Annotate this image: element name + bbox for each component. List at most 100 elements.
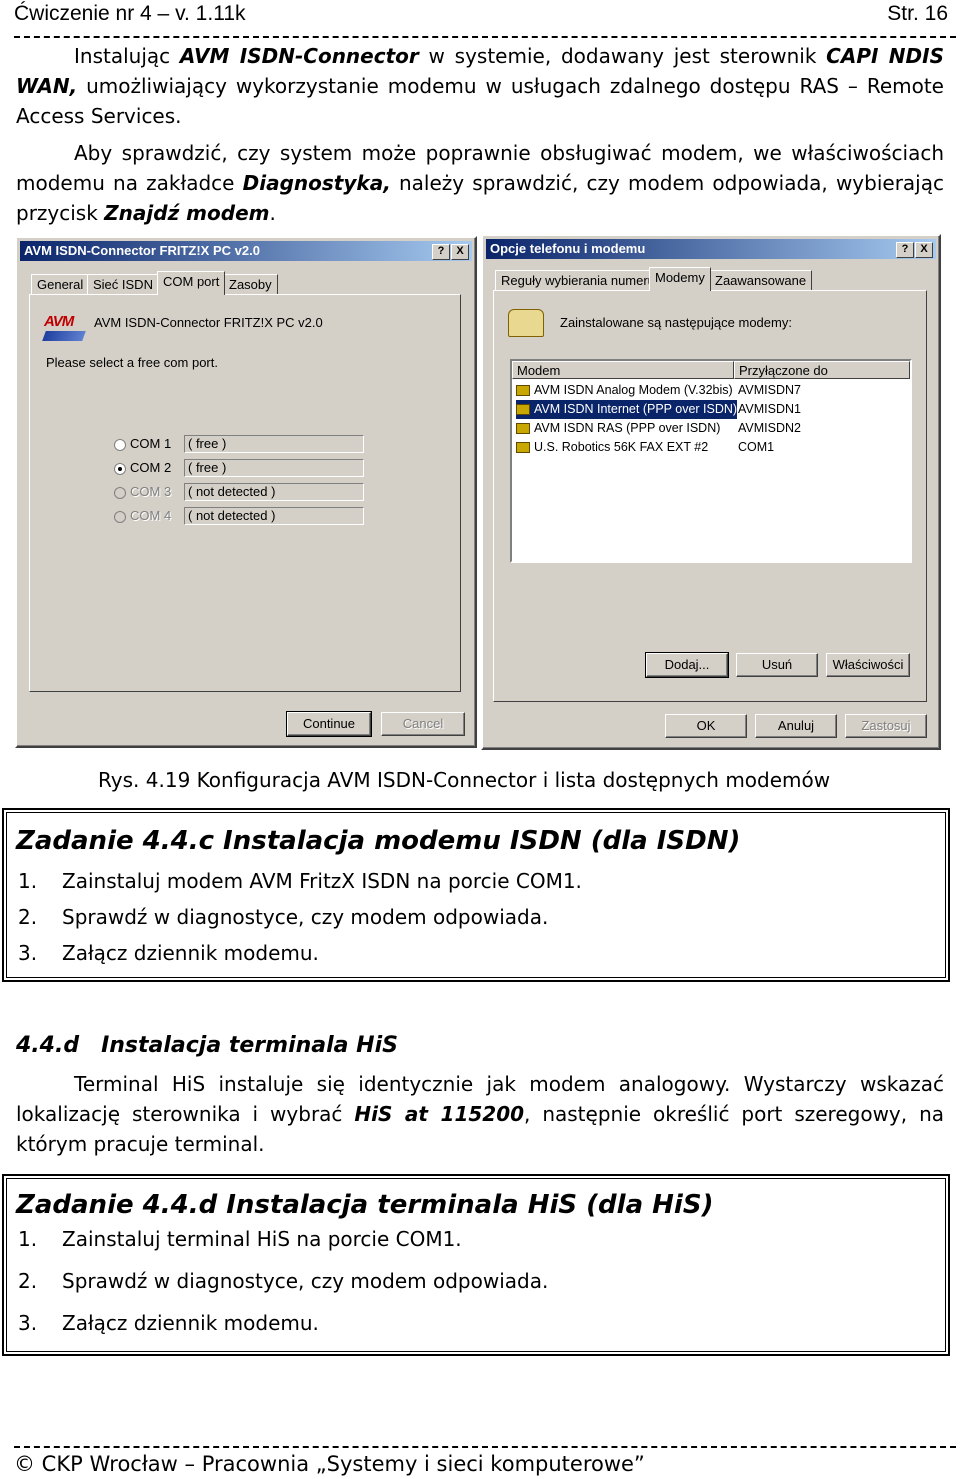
- tab-dialing-rules[interactable]: Reguły wybierania numeru: [495, 270, 661, 290]
- com3-status: ( not detected ): [184, 483, 364, 501]
- task-item: 1. Zainstaluj modem AVM FritzX ISDN na po…: [18, 869, 582, 893]
- phone-modem-options-dialog: Opcje telefonu i modemu ? X Reguły wybie…: [481, 234, 941, 750]
- modem-name: U.S. Robotics 56K FAX EXT #2: [534, 440, 709, 454]
- modem-name: AVM ISDN RAS (PPP over ISDN): [534, 421, 721, 435]
- item-text: Załącz dziennik modemu.: [62, 941, 319, 965]
- phone-icon: [508, 309, 544, 337]
- com3-radio[interactable]: [114, 487, 126, 499]
- intro-paragraph-1: Instalując AVM ISDN-Connector w systemie…: [16, 41, 944, 131]
- dialog-title: AVM ISDN-Connector FRITZ!X PC v2.0: [24, 243, 260, 258]
- task-item: 1. Zainstaluj terminal HiS na porcie COM1…: [18, 1227, 462, 1251]
- modem-icon: [516, 385, 530, 397]
- port-cell: AVMISDN7: [738, 383, 801, 397]
- text: umożliwiający wykorzystanie modemu w usł…: [16, 74, 944, 128]
- item-number: 1.: [18, 1227, 38, 1251]
- close-icon[interactable]: X: [915, 242, 933, 258]
- avm-connector-dialog: AVM ISDN-Connector FRITZ!X PC v2.0 ? X G…: [15, 236, 477, 748]
- section-heading: 4.4.d Instalacja terminala HiS: [16, 1033, 398, 1058]
- text: Instalując: [74, 44, 180, 68]
- com2-label[interactable]: COM 2: [130, 460, 171, 475]
- text: .: [269, 201, 276, 225]
- term-znajdz-modem: Znajdź modem: [104, 201, 270, 225]
- page-number: Str. 16: [887, 2, 948, 25]
- task-box-4-4-c: Zadanie 4.4.c Instalacja modemu ISDN (dl…: [2, 808, 950, 982]
- header-divider: [14, 36, 956, 38]
- modem-cell: U.S. Robotics 56K FAX EXT #2: [516, 438, 708, 457]
- cancel-button[interactable]: Cancel: [381, 712, 465, 736]
- modem-cell: AVM ISDN Analog Modem (V.32bis): [516, 381, 733, 400]
- list-item[interactable]: U.S. Robotics 56K FAX EXT #2 COM1: [512, 438, 910, 457]
- add-modem-button[interactable]: Dodaj...: [645, 652, 729, 678]
- cancel-button[interactable]: Anuluj: [755, 714, 837, 738]
- section-title: Instalacja terminala HiS: [101, 1033, 398, 1058]
- list-item[interactable]: AVM ISDN Analog Modem (V.32bis) AVMISDN7: [512, 381, 910, 400]
- com4-status: ( not detected ): [184, 507, 364, 525]
- com2-radio[interactable]: [114, 463, 126, 475]
- com4-radio[interactable]: [114, 511, 126, 523]
- item-number: 1.: [18, 869, 38, 893]
- port-cell: COM1: [738, 440, 775, 454]
- modem-name: AVM ISDN Analog Modem (V.32bis): [534, 383, 733, 397]
- text: w systemie, dodawany jest sterownik: [418, 44, 827, 68]
- item-number: 3.: [18, 1311, 38, 1335]
- intro-text: Instalując AVM ISDN-Connector w systemie…: [16, 41, 944, 228]
- properties-button[interactable]: Właściwości: [826, 653, 910, 677]
- column-header-modem[interactable]: Modem: [512, 361, 734, 379]
- modem-list[interactable]: Modem Przyłączone do AVM ISDN Analog Mod…: [510, 359, 912, 563]
- item-text: Zainstaluj terminal HiS na porcie COM1.: [62, 1227, 462, 1251]
- footer-divider: [14, 1446, 956, 1448]
- figure-caption: Rys. 4.19 Konfiguracja AVM ISDN-Connecto…: [98, 768, 831, 792]
- section-number: 4.4.d: [16, 1033, 80, 1058]
- com1-radio[interactable]: [114, 439, 126, 451]
- item-text: Sprawdź w diagnostyce, czy modem odpowia…: [62, 1269, 549, 1293]
- dialog-titlebar: AVM ISDN-Connector FRITZ!X PC v2.0 ? X: [20, 241, 472, 261]
- tab-modemy[interactable]: Modemy: [649, 267, 711, 291]
- term-his-at-115200: HiS at 115200: [354, 1102, 525, 1126]
- task-item: 2. Sprawdź w diagnostyce, czy modem odpow…: [18, 1269, 548, 1293]
- tab-zaawansowane[interactable]: Zaawansowane: [709, 270, 813, 290]
- modem-icon: [516, 442, 530, 454]
- modem-icon: [516, 423, 530, 435]
- item-text: Załącz dziennik modemu.: [62, 1311, 319, 1335]
- close-icon[interactable]: X: [451, 244, 469, 260]
- term-avm-isdn-connector: AVM ISDN-Connector: [179, 44, 419, 68]
- help-button[interactable]: ?: [896, 242, 914, 258]
- item-text: Zainstaluj modem AVM FritzX ISDN na porc…: [62, 869, 582, 893]
- help-button[interactable]: ?: [432, 244, 450, 260]
- installed-modems-label: Zainstalowane są następujące modemy:: [560, 315, 792, 330]
- tab-com-port[interactable]: COM port: [157, 271, 226, 295]
- page-footer: © CKP Wrocław – Pracownia „Systemy i sie…: [14, 1452, 645, 1476]
- com1-status: ( free ): [184, 435, 364, 453]
- task-item: 3. Załącz dziennik modemu.: [18, 941, 319, 965]
- continue-button[interactable]: Continue: [286, 711, 372, 737]
- modem-name: AVM ISDN Internet (PPP over ISDN): [534, 402, 738, 416]
- com1-label[interactable]: COM 1: [130, 436, 171, 451]
- tab-siec-isdn[interactable]: Sieć ISDN: [87, 274, 159, 294]
- com4-label[interactable]: COM 4: [130, 508, 171, 523]
- list-item[interactable]: AVM ISDN RAS (PPP over ISDN) AVMISDN2: [512, 419, 910, 438]
- port-cell: AVMISDN2: [738, 421, 801, 435]
- com-port-prompt: Please select a free com port.: [46, 355, 218, 370]
- ok-button[interactable]: OK: [665, 714, 747, 738]
- port-cell: AVMISDN1: [738, 402, 801, 416]
- apply-button[interactable]: Zastosuj: [845, 714, 927, 738]
- dialog-title: Opcje telefonu i modemu: [490, 241, 646, 256]
- tab-zasoby[interactable]: Zasoby: [223, 274, 278, 294]
- item-number: 3.: [18, 941, 38, 965]
- list-item[interactable]: AVM ISDN Internet (PPP over ISDN) AVMISD…: [512, 400, 910, 419]
- tab-general[interactable]: General: [31, 274, 90, 294]
- task-box-4-4-d: Zadanie 4.4.d Instalacja terminala HiS (…: [2, 1174, 950, 1356]
- product-name: AVM ISDN-Connector FRITZ!X PC v2.0: [94, 315, 323, 330]
- page-header-left: Ćwiczenie nr 4 – v. 1.11k: [14, 2, 246, 25]
- task-title: Zadanie 4.4.d Instalacja terminala HiS (…: [16, 1190, 714, 1220]
- modem-cell: AVM ISDN RAS (PPP over ISDN): [516, 419, 720, 438]
- com3-label[interactable]: COM 3: [130, 484, 171, 499]
- dialog-titlebar: Opcje telefonu i modemu ? X: [486, 239, 936, 259]
- item-number: 2.: [18, 905, 38, 929]
- section-paragraph: Terminal HiS instaluje się identycznie j…: [16, 1069, 944, 1159]
- modem-cell: AVM ISDN Internet (PPP over ISDN): [516, 400, 738, 419]
- item-text: Sprawdź w diagnostyce, czy modem odpowia…: [62, 905, 549, 929]
- remove-modem-button[interactable]: Usuń: [736, 653, 818, 677]
- task-item: 3. Załącz dziennik modemu.: [18, 1311, 319, 1335]
- column-header-port[interactable]: Przyłączone do: [734, 361, 910, 379]
